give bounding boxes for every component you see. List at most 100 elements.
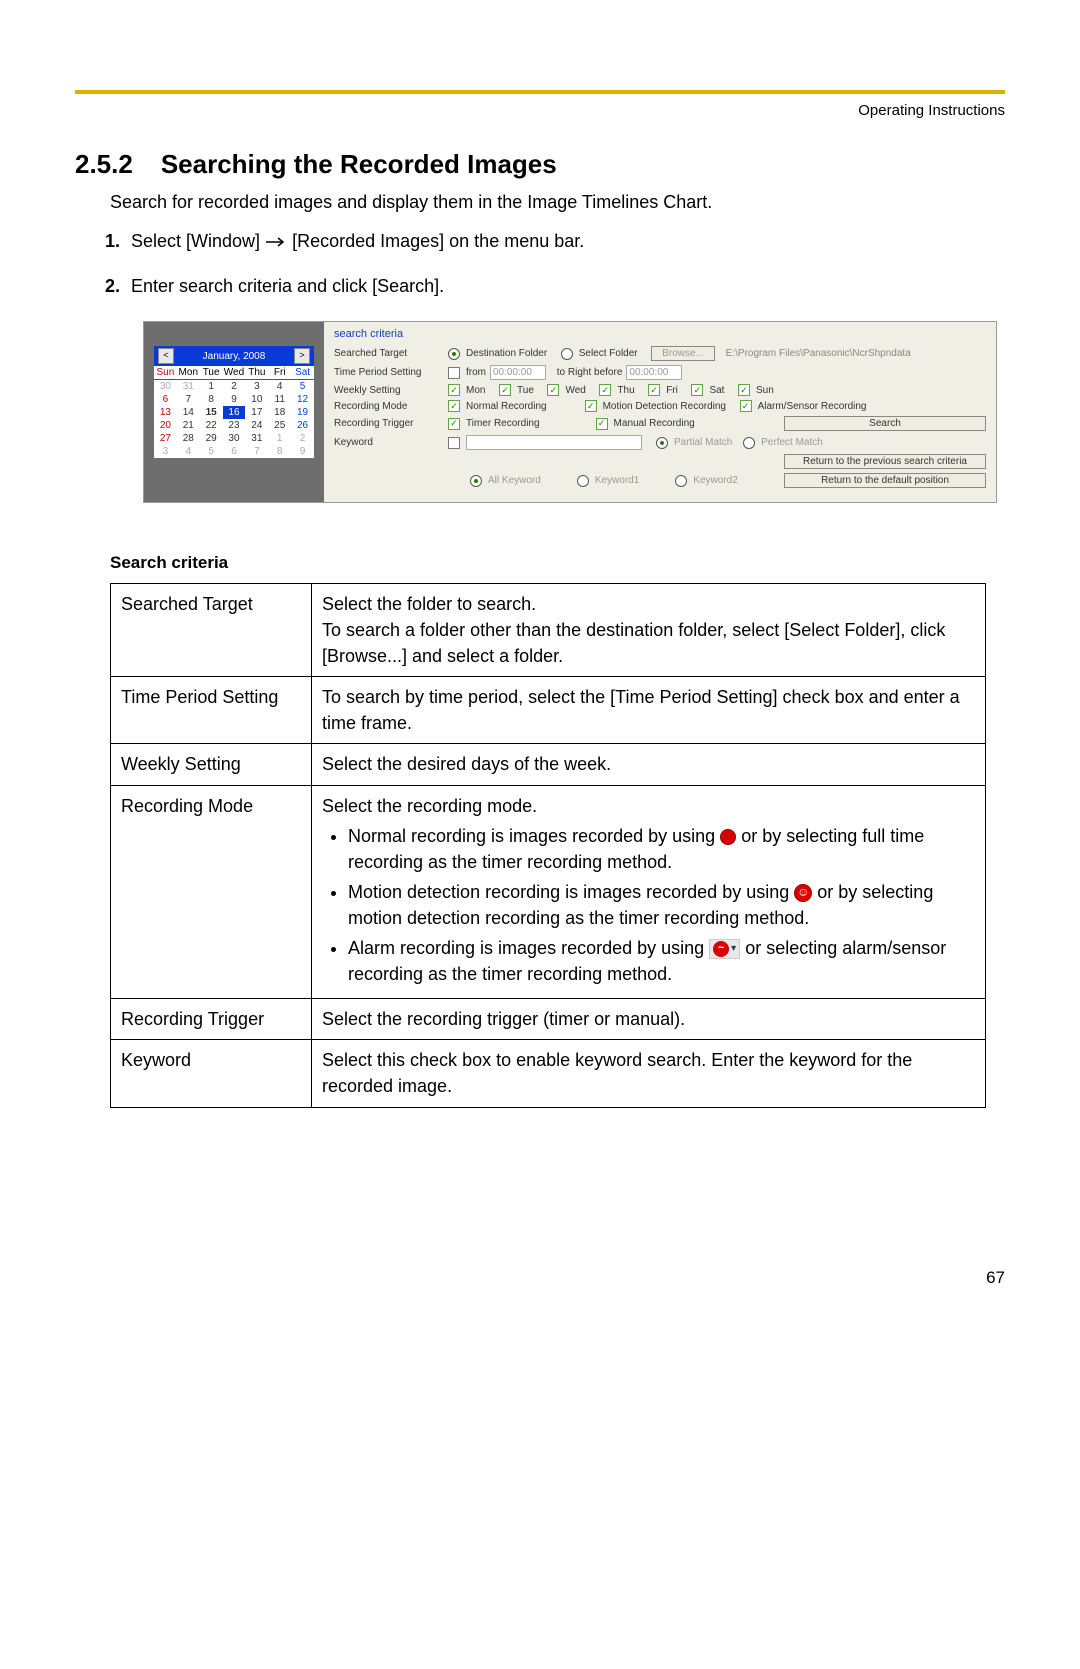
mlbl-motion: Motion Detection Recording (603, 401, 726, 412)
checkbox-wed[interactable] (547, 384, 559, 396)
mode-b1a: Normal recording is images recorded by u… (348, 826, 720, 846)
cell-mode-l: Recording Mode (111, 785, 312, 999)
radio-kw2[interactable] (675, 475, 687, 487)
radio-select-folder-label: Select Folder (579, 348, 638, 359)
screenshot-search-criteria: < January, 2008 > Sun Mon Tue Wed Thu Fr… (143, 321, 997, 503)
rlbl-kw1: Keyword1 (595, 475, 639, 486)
return-default-button[interactable]: Return to the default position (784, 473, 986, 488)
panel-title: search criteria (334, 328, 986, 340)
radio-select-folder[interactable] (561, 348, 573, 360)
cal-dh-tue: Tue (200, 366, 223, 380)
tlbl-timer: Timer Recording (466, 418, 540, 429)
table-row: Recording Trigger Select the recording t… (111, 999, 986, 1040)
cell-kw-r: Select this check box to enable keyword … (312, 1040, 986, 1107)
time-from-input[interactable]: 00:00:00 (490, 365, 546, 380)
calendar-widget[interactable]: < January, 2008 > Sun Mon Tue Wed Thu Fr… (154, 346, 314, 458)
wlbl-tue: Tue (517, 385, 534, 396)
cell-week-l: Weekly Setting (111, 744, 312, 785)
rlbl-kw2: Keyword2 (693, 475, 737, 486)
checkbox-timer[interactable] (448, 418, 460, 430)
rlbl-partial: Partial Match (674, 437, 732, 448)
checkbox-fri[interactable] (648, 384, 660, 396)
radio-partial[interactable] (656, 437, 668, 449)
calendar-prev-button[interactable]: < (158, 348, 174, 364)
time-to-input[interactable]: 00:00:00 (626, 365, 682, 380)
rlbl-allkw: All Keyword (488, 475, 541, 486)
list-item: Alarm recording is images recorded by us… (348, 935, 975, 987)
checkbox-thu[interactable] (599, 384, 611, 396)
cal-dh-mon: Mon (177, 366, 200, 380)
step-1-text-a: Select [Window] (131, 231, 265, 251)
cell-target-l: Searched Target (111, 584, 312, 677)
radio-dest-folder-label: Destination Folder (466, 348, 547, 359)
wlbl-sun: Sun (756, 385, 774, 396)
checkbox-time-period[interactable] (448, 367, 460, 379)
step-1-text-b: [Recorded Images] on the menu bar. (292, 231, 584, 251)
cell-trig-l: Recording Trigger (111, 999, 312, 1040)
label-rec-trigger: Recording Trigger (334, 418, 444, 429)
rlbl-perfect: Perfect Match (761, 437, 823, 448)
checkbox-manual[interactable] (596, 418, 608, 430)
checkbox-tue[interactable] (499, 384, 511, 396)
label-searched-target: Searched Target (334, 348, 444, 359)
list-item: Motion detection recording is images rec… (348, 879, 975, 931)
cell-mode-r: Select the recording mode. Normal record… (312, 785, 986, 999)
radio-dest-folder[interactable] (448, 348, 460, 360)
checkbox-sun[interactable] (738, 384, 750, 396)
checkbox-sat[interactable] (691, 384, 703, 396)
mode-intro: Select the recording mode. (322, 796, 537, 816)
label-weekly: Weekly Setting (334, 385, 444, 396)
alarm-icon: ~▾ (709, 939, 740, 959)
cal-dh-sun: Sun (154, 366, 177, 380)
checkbox-mon[interactable] (448, 384, 460, 396)
wlbl-sat: Sat (709, 385, 724, 396)
tlbl-manual: Manual Recording (614, 418, 695, 429)
list-item: Normal recording is images recorded by u… (348, 823, 975, 875)
to-label: to Right before (557, 367, 623, 378)
cell-trig-r: Select the recording trigger (timer or m… (312, 999, 986, 1040)
radio-perfect[interactable] (743, 437, 755, 449)
browse-button[interactable]: Browse... (651, 346, 715, 361)
return-prev-button[interactable]: Return to the previous search criteria (784, 454, 986, 469)
cell-time-r: To search by time period, select the [Ti… (312, 677, 986, 744)
calendar-next-button[interactable]: > (294, 348, 310, 364)
label-time-period: Time Period Setting (334, 367, 444, 378)
checkbox-alarm[interactable] (740, 400, 752, 412)
step-1: Select [Window] [Recorded Images] on the… (125, 231, 1005, 252)
radio-all-kw[interactable] (470, 475, 482, 487)
table-heading: Search criteria (110, 553, 1005, 573)
table-row: Searched Target Select the folder to sea… (111, 584, 986, 677)
section-number: 2.5.2 (75, 149, 133, 180)
search-button[interactable]: Search (784, 416, 986, 431)
checkbox-motion[interactable] (585, 400, 597, 412)
label-rec-mode: Recording Mode (334, 401, 444, 412)
wlbl-wed: Wed (565, 385, 585, 396)
mode-b3a: Alarm recording is images recorded by us… (348, 938, 709, 958)
cal-dh-sat: Sat (291, 366, 314, 380)
label-keyword: Keyword (334, 437, 444, 448)
cell-kw-l: Keyword (111, 1040, 312, 1107)
radio-kw1[interactable] (577, 475, 589, 487)
table-row: Weekly Setting Select the desired days o… (111, 744, 986, 785)
wlbl-thu: Thu (617, 385, 634, 396)
cell-target-r: Select the folder to search. To search a… (312, 584, 986, 677)
cal-dh-thu: Thu (245, 366, 268, 380)
cell-week-r: Select the desired days of the week. (312, 744, 986, 785)
checkbox-normal[interactable] (448, 400, 460, 412)
record-icon (720, 829, 736, 845)
keyword-input[interactable] (466, 435, 642, 450)
header-doc-title: Operating Instructions (75, 102, 1005, 119)
arrow-right-icon (265, 237, 287, 247)
mlbl-alarm: Alarm/Sensor Recording (758, 401, 867, 412)
mlbl-normal: Normal Recording (466, 401, 547, 412)
page-number: 67 (75, 1268, 1005, 1288)
wlbl-fri: Fri (666, 385, 678, 396)
cal-dh-fri: Fri (268, 366, 291, 380)
cell-time-l: Time Period Setting (111, 677, 312, 744)
section-title: Searching the Recorded Images (161, 149, 557, 179)
section-heading: 2.5.2 Searching the Recorded Images (75, 149, 1005, 180)
checkbox-keyword[interactable] (448, 437, 460, 449)
motion-icon: ☺ (794, 884, 812, 902)
section-intro: Search for recorded images and display t… (110, 192, 1005, 213)
wlbl-mon: Mon (466, 385, 485, 396)
